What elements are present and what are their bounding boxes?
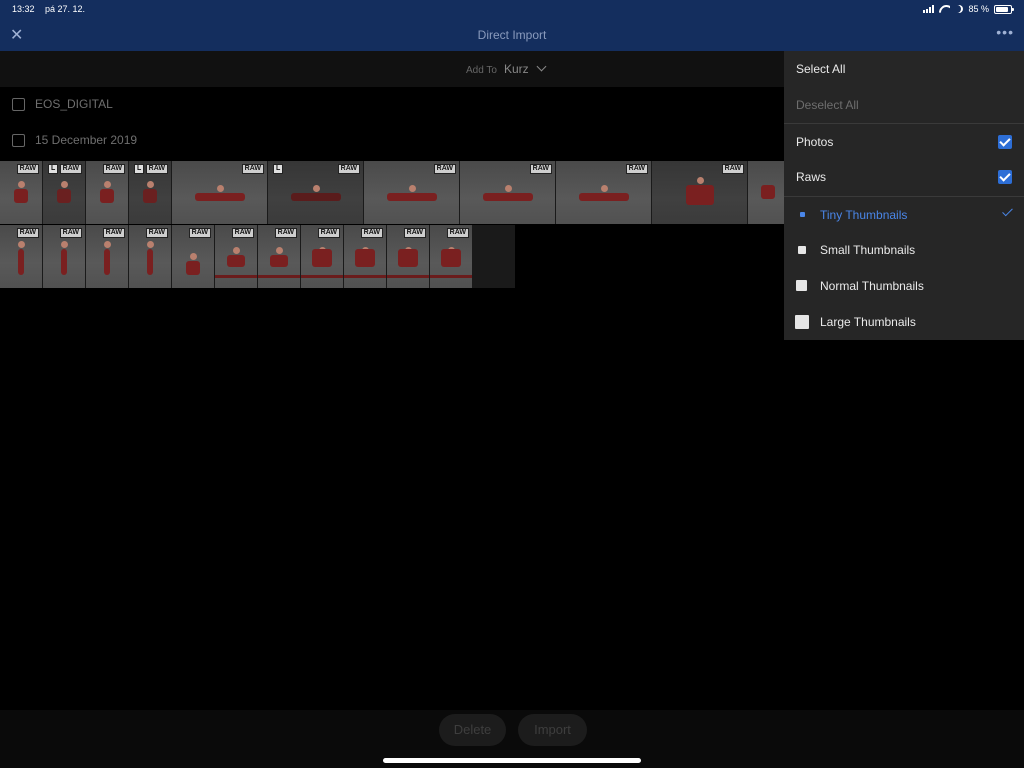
photo-thumbnail[interactable]: RAW (258, 225, 301, 288)
raw-badge: RAW (529, 164, 552, 174)
page-title: Direct Import (477, 28, 547, 42)
checkmark-icon (1002, 205, 1013, 217)
menu-item-label: Large Thumbnails (820, 315, 916, 329)
home-indicator[interactable] (383, 758, 641, 763)
raw-badge: RAW (102, 228, 125, 238)
photo-thumbnail[interactable]: RAW (387, 225, 430, 288)
raw-badge: RAW (16, 228, 39, 238)
photo-thumbnail[interactable]: L RAW (268, 161, 364, 224)
date-checkbox[interactable] (12, 133, 25, 147)
photo-thumbnail[interactable]: RAW (0, 225, 43, 288)
photo-thumbnail[interactable]: RAW (460, 161, 556, 224)
photo-thumbnail[interactable]: RAW (430, 225, 473, 288)
photo-thumbnail[interactable]: L RAW (129, 161, 172, 224)
photo-thumbnail[interactable]: RAW (652, 161, 748, 224)
navigation-bar: ✕ Direct Import ••• (0, 20, 1024, 51)
menu-item-label: Deselect All (796, 98, 859, 112)
menu-item-normal-thumbnails[interactable]: Normal Thumbnails (784, 268, 1024, 304)
photo-badge: L (134, 164, 145, 174)
menu-item-large-thumbnails[interactable]: Large Thumbnails (784, 304, 1024, 340)
source-name: EOS_DIGITAL (35, 97, 113, 111)
photo-thumbnail[interactable]: RAW (129, 225, 172, 288)
menu-item-label: Raws (796, 170, 827, 184)
raw-badge: RAW (433, 164, 456, 174)
normal-thumbnail-size-icon (796, 280, 807, 291)
battery-percent: 85 % (968, 4, 989, 14)
menu-item-label: Normal Thumbnails (820, 279, 924, 293)
photo-thumbnail[interactable]: RAW (556, 161, 652, 224)
large-thumbnail-size-icon (795, 315, 809, 329)
battery-icon (994, 4, 1014, 14)
photo-badge: L (48, 164, 59, 174)
raw-badge: RAW (145, 228, 168, 238)
wifi-icon (939, 5, 950, 13)
empty-thumbnail-slot (473, 225, 515, 288)
raw-badge: RAW (317, 228, 340, 238)
date-group-label: 15 December 2019 (35, 133, 138, 147)
raw-badge: RAW (403, 228, 426, 238)
photo-thumbnail[interactable]: RAW (215, 225, 258, 288)
thumbnail-row-2: RAW RAW RAW RAW RAW RAW RAW RAW RAW RAW … (0, 225, 515, 288)
raw-badge: RAW (231, 228, 254, 238)
more-options-icon[interactable]: ••• (996, 24, 1014, 40)
raw-badge: RAW (360, 228, 383, 238)
status-indicators: 85 % (923, 4, 1014, 14)
raw-badge: RAW (446, 228, 469, 238)
raw-badge: RAW (102, 164, 125, 174)
raw-badge: RAW (337, 164, 360, 174)
menu-item-photos[interactable]: Photos (784, 123, 1024, 159)
raw-badge: RAW (16, 164, 39, 174)
raw-badge: RAW (145, 164, 168, 174)
add-to-album-name: Kurz (503, 62, 529, 76)
raws-checkbox-checked-icon[interactable] (998, 170, 1012, 184)
options-menu: Select All Deselect All Photos Raws Tiny… (784, 51, 1024, 340)
photo-thumbnail[interactable]: RAW (0, 161, 43, 224)
status-bar: 13:32 pá 27. 12. 85 % (0, 0, 1024, 20)
raw-badge: RAW (59, 228, 82, 238)
status-date: pá 27. 12. (45, 4, 86, 14)
add-to-label: Add To (466, 65, 497, 76)
status-time: 13:32 (12, 4, 35, 14)
photo-thumbnail[interactable]: RAW (301, 225, 344, 288)
source-group-row[interactable]: EOS_DIGITAL (12, 97, 113, 111)
delete-button[interactable]: Delete (439, 714, 506, 746)
tiny-thumbnail-size-icon (800, 212, 805, 217)
raw-badge: RAW (241, 164, 264, 174)
photo-thumbnail[interactable]: RAW (86, 225, 129, 288)
small-thumbnail-size-icon (798, 246, 806, 254)
menu-item-label: Tiny Thumbnails (820, 208, 908, 222)
add-to-album-selector[interactable]: Add To Kurz (466, 61, 547, 76)
menu-item-label: Small Thumbnails (820, 243, 916, 257)
raw-badge: RAW (274, 228, 297, 238)
raw-badge: RAW (721, 164, 744, 174)
menu-item-select-all[interactable]: Select All (784, 51, 1024, 87)
menu-item-small-thumbnails[interactable]: Small Thumbnails (784, 232, 1024, 268)
photos-checkbox-checked-icon[interactable] (998, 135, 1012, 149)
do-not-disturb-moon-icon (955, 5, 963, 13)
photo-thumbnail[interactable]: RAW (344, 225, 387, 288)
photo-thumbnail[interactable]: RAW (364, 161, 460, 224)
source-checkbox[interactable] (12, 97, 25, 111)
raw-badge: RAW (59, 164, 82, 174)
raw-badge: RAW (625, 164, 648, 174)
date-group-row[interactable]: 15 December 2019 (12, 133, 137, 147)
menu-item-tiny-thumbnails[interactable]: Tiny Thumbnails (784, 196, 1024, 232)
menu-item-label: Photos (796, 135, 834, 149)
menu-item-deselect-all[interactable]: Deselect All (784, 87, 1024, 123)
menu-item-raws[interactable]: Raws (784, 159, 1024, 195)
raw-badge: RAW (188, 228, 211, 238)
photo-thumbnail[interactable]: RAW (43, 225, 86, 288)
photo-badge: L (273, 164, 284, 174)
photo-thumbnail[interactable]: RAW (86, 161, 129, 224)
photo-thumbnail[interactable]: L RAW (43, 161, 86, 224)
photo-thumbnail[interactable]: RAW (172, 225, 215, 288)
photo-thumbnail[interactable]: RAW (172, 161, 268, 224)
import-button[interactable]: Import (518, 714, 587, 746)
menu-item-label: Select All (796, 62, 846, 76)
chevron-down-icon (536, 61, 547, 72)
cellular-signal-icon (923, 5, 935, 13)
